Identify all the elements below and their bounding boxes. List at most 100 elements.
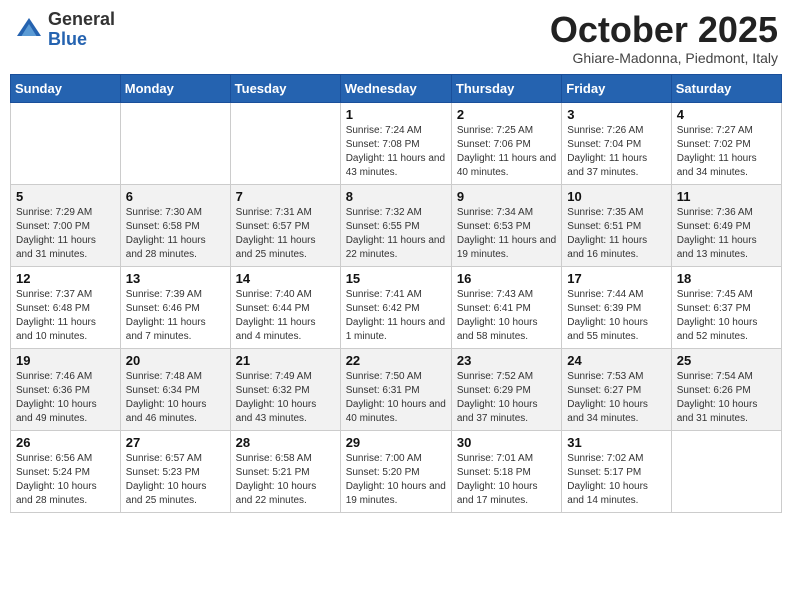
day-number: 7 [236,189,335,204]
calendar-cell: 18 Sunrise: 7:45 AM Sunset: 6:37 PM Dayli… [671,266,781,348]
calendar-cell: 17Sunrise: 7:44 AM Sunset: 6:39 PM Dayli… [562,266,671,348]
day-info: Sunrise: 7:00 AM Sunset: 5:20 PM Dayligh… [346,452,446,508]
day-info: Sunrise: 7:39 AM Sunset: 6:46 PM Dayligh… [126,288,225,344]
weekday-header-friday: Friday [562,74,671,102]
week-row-4: 19Sunrise: 7:46 AM Sunset: 6:36 PM Dayli… [11,348,782,430]
logo-icon [14,15,44,45]
logo-text: General Blue [48,10,115,50]
calendar-cell: 4 Sunrise: 7:27 AM Sunset: 7:02 PM Daylig… [671,102,781,184]
calendar-cell: 26 Sunrise: 6:56 AM Sunset: 5:24 PM Dayli… [11,430,121,512]
calendar-cell: 1 Sunrise: 7:24 AM Sunset: 7:08 PM Daylig… [340,102,451,184]
day-number: 25 [677,353,776,368]
day-number: 24 [567,353,665,368]
week-row-3: 12Sunrise: 7:37 AM Sunset: 6:48 PM Dayli… [11,266,782,348]
weekday-header-thursday: Thursday [451,74,561,102]
day-info: Sunrise: 7:26 AM Sunset: 7:04 PM Dayligh… [567,124,665,180]
day-info: Sunrise: 7:48 AM Sunset: 6:34 PM Dayligh… [126,370,225,426]
weekday-header-saturday: Saturday [671,74,781,102]
logo-blue: Blue [48,29,87,49]
day-number: 31 [567,435,665,450]
weekday-header-sunday: Sunday [11,74,121,102]
calendar-cell: 22 Sunrise: 7:50 AM Sunset: 6:31 PM Dayli… [340,348,451,430]
day-info: Sunrise: 7:29 AM Sunset: 7:00 PM Dayligh… [16,206,115,262]
logo: General Blue [14,10,115,50]
day-info: Sunrise: 7:31 AM Sunset: 6:57 PM Dayligh… [236,206,335,262]
day-number: 5 [16,189,115,204]
day-info: Sunrise: 7:25 AM Sunset: 7:06 PM Dayligh… [457,124,556,180]
calendar-cell: 21Sunrise: 7:49 AM Sunset: 6:32 PM Dayli… [230,348,340,430]
calendar-cell: 25Sunrise: 7:54 AM Sunset: 6:26 PM Dayli… [671,348,781,430]
day-number: 26 [16,435,115,450]
day-number: 2 [457,107,556,122]
day-info: Sunrise: 6:58 AM Sunset: 5:21 PM Dayligh… [236,452,335,508]
calendar-cell: 3Sunrise: 7:26 AM Sunset: 7:04 PM Daylig… [562,102,671,184]
calendar-cell [11,102,121,184]
week-row-2: 5 Sunrise: 7:29 AM Sunset: 7:00 PM Daylig… [11,184,782,266]
month-title: October 2025 [550,10,778,50]
calendar-cell [120,102,230,184]
day-info: Sunrise: 7:02 AM Sunset: 5:17 PM Dayligh… [567,452,665,508]
calendar-cell: 2 Sunrise: 7:25 AM Sunset: 7:06 PM Daylig… [451,102,561,184]
day-info: Sunrise: 7:50 AM Sunset: 6:31 PM Dayligh… [346,370,446,426]
day-info: Sunrise: 6:57 AM Sunset: 5:23 PM Dayligh… [126,452,225,508]
page-header: General Blue October 2025 Ghiare-Madonna… [10,10,782,66]
calendar-cell: 31 Sunrise: 7:02 AM Sunset: 5:17 PM Dayli… [562,430,671,512]
day-info: Sunrise: 6:56 AM Sunset: 5:24 PM Dayligh… [16,452,115,508]
day-info: Sunrise: 7:53 AM Sunset: 6:27 PM Dayligh… [567,370,665,426]
day-number: 10 [567,189,665,204]
day-number: 20 [126,353,225,368]
calendar-cell: 9Sunrise: 7:34 AM Sunset: 6:53 PM Daylig… [451,184,561,266]
weekday-header-tuesday: Tuesday [230,74,340,102]
calendar-cell [230,102,340,184]
calendar-cell: 29 Sunrise: 7:00 AM Sunset: 5:20 PM Dayli… [340,430,451,512]
location-subtitle: Ghiare-Madonna, Piedmont, Italy [550,50,778,66]
day-number: 30 [457,435,556,450]
day-info: Sunrise: 7:52 AM Sunset: 6:29 PM Dayligh… [457,370,556,426]
day-info: Sunrise: 7:35 AM Sunset: 6:51 PM Dayligh… [567,206,665,262]
calendar-cell: 6Sunrise: 7:30 AM Sunset: 6:58 PM Daylig… [120,184,230,266]
day-number: 23 [457,353,556,368]
day-info: Sunrise: 7:45 AM Sunset: 6:37 PM Dayligh… [677,288,776,344]
day-number: 29 [346,435,446,450]
day-info: Sunrise: 7:32 AM Sunset: 6:55 PM Dayligh… [346,206,446,262]
day-info: Sunrise: 7:34 AM Sunset: 6:53 PM Dayligh… [457,206,556,262]
day-number: 14 [236,271,335,286]
calendar-cell: 12Sunrise: 7:37 AM Sunset: 6:48 PM Dayli… [11,266,121,348]
day-number: 1 [346,107,446,122]
calendar-cell: 5 Sunrise: 7:29 AM Sunset: 7:00 PM Daylig… [11,184,121,266]
calendar-cell: 7 Sunrise: 7:31 AM Sunset: 6:57 PM Daylig… [230,184,340,266]
title-block: October 2025 Ghiare-Madonna, Piedmont, I… [550,10,778,66]
calendar-cell: 20 Sunrise: 7:48 AM Sunset: 6:34 PM Dayli… [120,348,230,430]
calendar-cell: 8 Sunrise: 7:32 AM Sunset: 6:55 PM Daylig… [340,184,451,266]
day-info: Sunrise: 7:30 AM Sunset: 6:58 PM Dayligh… [126,206,225,262]
calendar-cell: 27Sunrise: 6:57 AM Sunset: 5:23 PM Dayli… [120,430,230,512]
calendar-cell: 28Sunrise: 6:58 AM Sunset: 5:21 PM Dayli… [230,430,340,512]
weekday-header-row: SundayMondayTuesdayWednesdayThursdayFrid… [11,74,782,102]
calendar-cell: 24 Sunrise: 7:53 AM Sunset: 6:27 PM Dayli… [562,348,671,430]
day-number: 4 [677,107,776,122]
day-info: Sunrise: 7:44 AM Sunset: 6:39 PM Dayligh… [567,288,665,344]
calendar-cell: 15Sunrise: 7:41 AM Sunset: 6:42 PM Dayli… [340,266,451,348]
day-info: Sunrise: 7:36 AM Sunset: 6:49 PM Dayligh… [677,206,776,262]
calendar-cell: 16Sunrise: 7:43 AM Sunset: 6:41 PM Dayli… [451,266,561,348]
week-row-1: 1 Sunrise: 7:24 AM Sunset: 7:08 PM Daylig… [11,102,782,184]
day-number: 21 [236,353,335,368]
calendar-cell: 14Sunrise: 7:40 AM Sunset: 6:44 PM Dayli… [230,266,340,348]
day-number: 11 [677,189,776,204]
weekday-header-monday: Monday [120,74,230,102]
calendar-cell: 13 Sunrise: 7:39 AM Sunset: 6:46 PM Dayli… [120,266,230,348]
calendar-cell [671,430,781,512]
day-number: 19 [16,353,115,368]
day-number: 22 [346,353,446,368]
day-info: Sunrise: 7:24 AM Sunset: 7:08 PM Dayligh… [346,124,446,180]
calendar-table: SundayMondayTuesdayWednesdayThursdayFrid… [10,74,782,513]
calendar-cell: 19Sunrise: 7:46 AM Sunset: 6:36 PM Dayli… [11,348,121,430]
day-number: 8 [346,189,446,204]
day-info: Sunrise: 7:27 AM Sunset: 7:02 PM Dayligh… [677,124,776,180]
calendar-cell: 23 Sunrise: 7:52 AM Sunset: 6:29 PM Dayli… [451,348,561,430]
logo-general: General [48,9,115,29]
day-number: 13 [126,271,225,286]
weekday-header-wednesday: Wednesday [340,74,451,102]
day-number: 18 [677,271,776,286]
calendar-cell: 11 Sunrise: 7:36 AM Sunset: 6:49 PM Dayli… [671,184,781,266]
